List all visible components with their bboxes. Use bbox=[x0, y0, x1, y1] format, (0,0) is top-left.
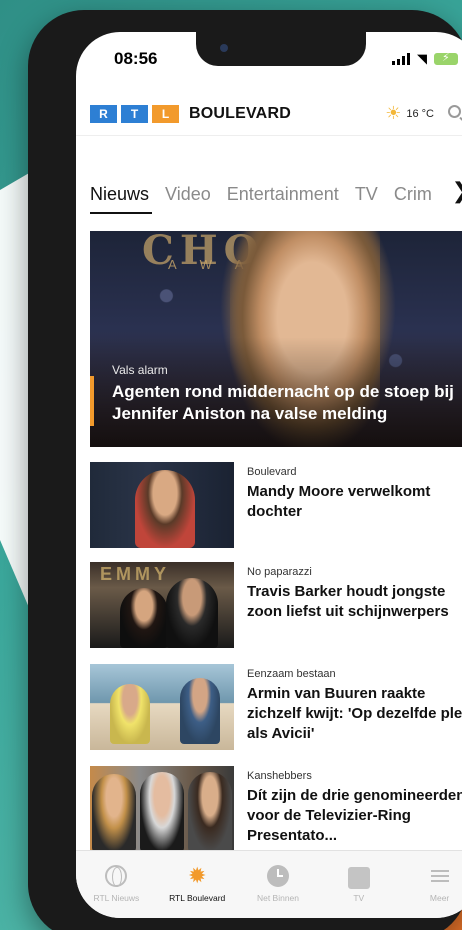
article-thumbnail: EMMY bbox=[90, 562, 234, 648]
tab-tv[interactable]: TV bbox=[355, 184, 378, 205]
camera-icon bbox=[220, 44, 228, 52]
article-title: Mandy Moore verwelkomt dochter bbox=[247, 483, 431, 520]
logo-letter: L bbox=[152, 104, 179, 123]
tab-crime[interactable]: Crim bbox=[394, 184, 432, 205]
article-thumbnail bbox=[90, 462, 234, 548]
star-burst-icon: ✹ bbox=[187, 863, 207, 888]
weather-widget[interactable]: ☀ 16 °C bbox=[385, 103, 434, 124]
list-item[interactable]: Kanshebbers Dít zijn de drie genomineerd… bbox=[90, 766, 462, 856]
tabbar-label: Meer bbox=[429, 893, 450, 903]
tabbar-label: RTL Boulevard bbox=[169, 893, 226, 903]
phone-frame: 08:56 ◥ ⚡ R T L BOULEVARD ☀ 16 °C Nieuws… bbox=[28, 10, 462, 930]
active-tab-indicator bbox=[90, 212, 152, 214]
article-title: Dít zijn de drie genomineerden voor de T… bbox=[247, 787, 462, 844]
globe-icon bbox=[105, 865, 128, 887]
partly-cloudy-icon: ☀ bbox=[385, 103, 402, 123]
article-kicker: Eenzaam bestaan bbox=[247, 668, 336, 680]
app-header: R T L BOULEVARD ☀ 16 °C bbox=[76, 92, 462, 136]
category-tabs: Nieuws Video Entertainment TV Crim bbox=[76, 172, 462, 216]
tabbar-label: RTL Nieuws bbox=[93, 893, 140, 903]
hero-article[interactable]: CHOIC A W A R Vals alarm Agenten rond mi… bbox=[90, 231, 462, 447]
tabbar-item-rtl-boulevard[interactable]: ✹ RTL Boulevard bbox=[162, 865, 232, 918]
status-icons: ◥ ⚡ bbox=[392, 51, 458, 67]
brand-name: BOULEVARD bbox=[189, 104, 291, 122]
list-item[interactable]: Eenzaam bestaan Armin van Buuren raakte … bbox=[90, 664, 462, 754]
tabbar-label: TV bbox=[353, 893, 365, 903]
rtl-boulevard-logo[interactable]: R T L BOULEVARD bbox=[90, 104, 291, 123]
article-kicker: No paparazzi bbox=[247, 566, 312, 578]
article-meta: No paparazzi Travis Barker houdt jongste… bbox=[247, 562, 462, 652]
tabbar-item-rtl-nieuws[interactable]: RTL Nieuws bbox=[81, 865, 151, 918]
tabbar-item-meer[interactable]: Meer bbox=[405, 865, 462, 918]
tv-icon bbox=[347, 867, 370, 889]
article-meta: Boulevard Mandy Moore verwelkomt dochter bbox=[247, 462, 462, 552]
article-thumbnail bbox=[90, 766, 234, 852]
article-kicker: Boulevard bbox=[247, 466, 297, 478]
article-title: Armin van Buuren raakte zichzelf kwijt: … bbox=[247, 685, 462, 742]
menu-icon bbox=[429, 865, 451, 887]
chevron-right-icon[interactable]: ❯ bbox=[445, 178, 462, 204]
tab-entertainment[interactable]: Entertainment bbox=[227, 184, 339, 205]
article-meta: Eenzaam bestaan Armin van Buuren raakte … bbox=[247, 664, 462, 754]
wifi-icon: ◥ bbox=[417, 51, 427, 66]
signal-icon bbox=[392, 53, 410, 65]
clock-icon bbox=[266, 865, 289, 887]
phone-screen: 08:56 ◥ ⚡ R T L BOULEVARD ☀ 16 °C Nieuws… bbox=[76, 32, 462, 918]
logo-letter: R bbox=[90, 104, 117, 123]
tabbar-item-net-binnen[interactable]: Net Binnen bbox=[243, 865, 313, 918]
hero-accent-bar bbox=[90, 376, 94, 426]
list-item[interactable]: EMMY No paparazzi Travis Barker houdt jo… bbox=[90, 562, 462, 652]
hero-title: Agenten rond middernacht op de stoep bij… bbox=[112, 382, 454, 423]
hero-kicker: Vals alarm bbox=[112, 363, 168, 377]
bottom-tab-bar: RTL Nieuws ✹ RTL Boulevard Net Binnen TV… bbox=[76, 850, 462, 918]
article-title: Travis Barker houdt jongste zoon liefst … bbox=[247, 583, 449, 620]
article-kicker: Kanshebbers bbox=[247, 770, 312, 782]
list-item[interactable]: Boulevard Mandy Moore verwelkomt dochter bbox=[90, 462, 462, 552]
notch bbox=[196, 32, 366, 66]
article-thumbnail bbox=[90, 664, 234, 750]
battery-icon: ⚡ bbox=[434, 52, 458, 65]
tabbar-label: Net Binnen bbox=[256, 893, 300, 903]
tab-nieuws[interactable]: Nieuws bbox=[90, 184, 149, 205]
status-time: 08:56 bbox=[114, 49, 158, 68]
search-icon[interactable] bbox=[448, 104, 462, 123]
weather-temperature: 16 °C bbox=[406, 107, 434, 120]
tabbar-item-tv[interactable]: TV bbox=[324, 865, 394, 918]
tab-video[interactable]: Video bbox=[165, 184, 211, 205]
logo-letter: T bbox=[121, 104, 148, 123]
thumbnail-backdrop-text: EMMY bbox=[100, 564, 170, 584]
article-meta: Kanshebbers Dít zijn de drie genomineerd… bbox=[247, 766, 462, 856]
